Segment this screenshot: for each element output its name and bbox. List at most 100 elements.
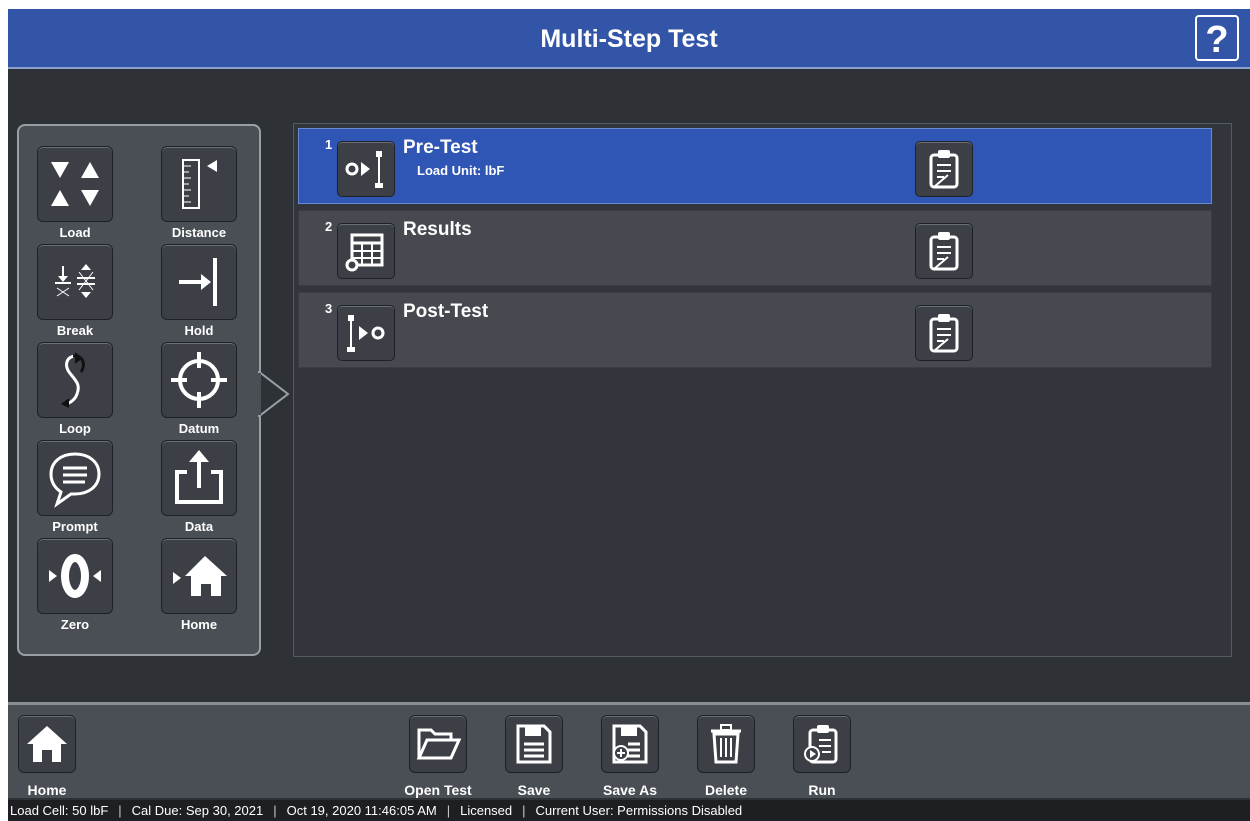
step-palette: Load Distance Break Hold Loop Datum Prom… bbox=[17, 124, 261, 656]
home-button[interactable] bbox=[18, 715, 76, 773]
status-separator: | bbox=[446, 803, 451, 818]
prompt-icon bbox=[49, 452, 101, 508]
palette-label: Home bbox=[180, 617, 218, 632]
cal-due-status: Cal Due: Sep 30, 2021 bbox=[131, 803, 264, 818]
step-number: 1 bbox=[325, 137, 333, 152]
save-as-label: Save As bbox=[603, 782, 657, 798]
toolbar-home[interactable]: Home bbox=[2, 715, 92, 798]
palette-label: Zero bbox=[60, 617, 90, 632]
save-as-icon bbox=[612, 724, 648, 764]
results-table-icon bbox=[345, 233, 384, 272]
palette-label: Load bbox=[59, 225, 91, 240]
bottom-toolbar: Home Open Test Save Save As Delete Run bbox=[8, 702, 1250, 798]
palette-label: Datum bbox=[178, 421, 220, 436]
save-as-button[interactable] bbox=[601, 715, 659, 773]
step-number: 2 bbox=[325, 219, 333, 234]
toolbar-save[interactable]: Save bbox=[489, 715, 579, 798]
pre-test-icon bbox=[345, 151, 383, 188]
save-icon bbox=[516, 724, 552, 764]
help-icon: ? bbox=[1205, 19, 1228, 57]
distance-button[interactable] bbox=[161, 146, 237, 222]
status-separator: | bbox=[273, 803, 277, 818]
open-test-label: Open Test bbox=[404, 782, 472, 798]
data-export-icon bbox=[175, 450, 223, 504]
page-title: Multi-Step Test bbox=[540, 25, 718, 53]
palette-label: Distance bbox=[171, 225, 227, 240]
palette-item-zero[interactable]: Zero bbox=[25, 538, 125, 632]
palette-item-loop[interactable]: Loop bbox=[25, 342, 125, 436]
run-label: Run bbox=[808, 782, 836, 798]
home-icon bbox=[173, 556, 227, 596]
save-button[interactable] bbox=[505, 715, 563, 773]
step-row[interactable]: 3 Post-Test bbox=[298, 292, 1212, 368]
save-label: Save bbox=[517, 782, 551, 798]
break-button[interactable] bbox=[37, 244, 113, 320]
run-button[interactable] bbox=[793, 715, 851, 773]
step-type-button[interactable] bbox=[337, 223, 395, 279]
zero-icon bbox=[49, 554, 101, 598]
hold-button[interactable] bbox=[161, 244, 237, 320]
home-icon bbox=[27, 726, 67, 762]
palette-item-load[interactable]: Load bbox=[25, 146, 125, 240]
step-type-button[interactable] bbox=[337, 141, 395, 197]
datetime-status: Oct 19, 2020 11:46:05 AM bbox=[286, 803, 437, 818]
svg-text:?: ? bbox=[1205, 19, 1228, 57]
palette-label: Hold bbox=[184, 323, 214, 338]
steps-list: 1 Pre-Test Load Unit: lbF 2 Results 3 Po… bbox=[293, 123, 1232, 657]
toolbar-save-as[interactable]: Save As bbox=[585, 715, 675, 798]
palette-item-datum[interactable]: Datum bbox=[149, 342, 249, 436]
edit-step-button[interactable] bbox=[915, 141, 973, 197]
toolbar-delete[interactable]: Delete bbox=[681, 715, 771, 798]
palette-label: Loop bbox=[59, 421, 91, 436]
folder-open-icon bbox=[416, 728, 461, 760]
step-row[interactable]: 2 Results bbox=[298, 210, 1212, 286]
palette-item-break[interactable]: Break bbox=[25, 244, 125, 338]
delete-button[interactable] bbox=[697, 715, 755, 773]
step-name: Post-Test bbox=[403, 301, 489, 322]
palette-item-home[interactable]: Home bbox=[149, 538, 249, 632]
palette-label: Data bbox=[184, 519, 214, 534]
step-row[interactable]: 1 Pre-Test Load Unit: lbF bbox=[298, 128, 1212, 204]
loop-button[interactable] bbox=[37, 342, 113, 418]
palette-item-distance[interactable]: Distance bbox=[149, 146, 249, 240]
toolbar-run[interactable]: Run bbox=[777, 715, 867, 798]
datum-icon bbox=[171, 352, 227, 408]
status-bar: Load Cell: 50 lbF | Cal Due: Sep 30, 2021 |… bbox=[8, 800, 1250, 821]
clipboard-edit-icon bbox=[929, 150, 959, 189]
license-status: Licensed bbox=[460, 803, 513, 818]
edit-step-button[interactable] bbox=[915, 305, 973, 361]
edit-step-button[interactable] bbox=[915, 223, 973, 279]
step-name: Results bbox=[403, 219, 472, 240]
step-subtitle: Load Unit: lbF bbox=[417, 163, 505, 178]
home-step-button[interactable] bbox=[161, 538, 237, 614]
distance-icon bbox=[182, 159, 217, 209]
app-window: Multi-Step Test ? Load Distance Break Ho… bbox=[8, 9, 1250, 821]
delete-label: Delete bbox=[704, 782, 748, 798]
step-number: 3 bbox=[325, 301, 333, 316]
load-cell-status: Load Cell: 50 lbF bbox=[10, 803, 109, 818]
palette-item-data[interactable]: Data bbox=[149, 440, 249, 534]
toolbar-open[interactable]: Open Test bbox=[393, 715, 483, 798]
zero-button[interactable] bbox=[37, 538, 113, 614]
break-icon bbox=[55, 264, 95, 298]
palette-pointer bbox=[258, 371, 290, 417]
post-test-icon bbox=[347, 315, 385, 352]
load-button[interactable] bbox=[37, 146, 113, 222]
datum-button[interactable] bbox=[161, 342, 237, 418]
palette-label: Break bbox=[56, 323, 94, 338]
palette-item-hold[interactable]: Hold bbox=[149, 244, 249, 338]
data-button[interactable] bbox=[161, 440, 237, 516]
home-label: Home bbox=[27, 782, 67, 798]
prompt-button[interactable] bbox=[37, 440, 113, 516]
palette-item-prompt[interactable]: Prompt bbox=[25, 440, 125, 534]
step-type-button[interactable] bbox=[337, 305, 395, 361]
load-icon bbox=[51, 162, 99, 206]
palette-label: Prompt bbox=[52, 519, 98, 534]
user-status: Current User: Permissions Disabled bbox=[535, 803, 743, 818]
open-test-button[interactable] bbox=[409, 715, 467, 773]
trash-icon bbox=[711, 724, 741, 764]
title-bar: Multi-Step Test ? bbox=[8, 9, 1250, 69]
clipboard-edit-icon bbox=[929, 232, 959, 271]
hold-icon bbox=[179, 258, 217, 306]
help-button[interactable]: ? bbox=[1195, 15, 1239, 61]
